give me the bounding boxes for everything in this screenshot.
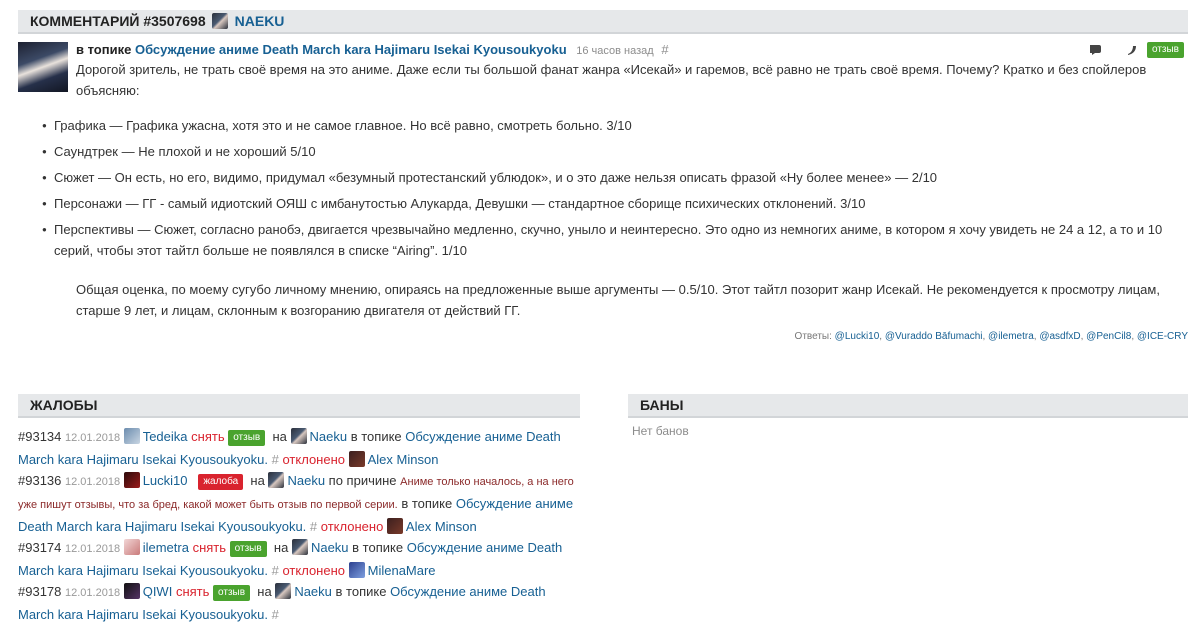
- in-topic-text: в топике: [352, 540, 404, 555]
- user-avatar-icon[interactable]: [268, 472, 285, 488]
- comment-body: в топике Обсуждение аниме Death March ka…: [42, 42, 1188, 342]
- permalink[interactable]: #: [310, 519, 317, 534]
- because-text: по причине: [328, 473, 397, 488]
- complaint-item: #93134 12.01.2018 Tedeika снять отзыв на…: [18, 426, 580, 470]
- permalink[interactable]: #: [272, 563, 279, 578]
- complaint-user[interactable]: Lucki10: [143, 473, 188, 488]
- complaint-user[interactable]: ilemetra: [143, 540, 189, 555]
- user-avatar-icon[interactable]: [123, 583, 140, 599]
- list-item: Перспективы — Сюжет, согласно ранобэ, дв…: [42, 219, 1188, 261]
- complaint-number[interactable]: #93136: [18, 473, 61, 488]
- comment-intro: Дорогой зритель, не трать своё время на …: [76, 62, 1147, 98]
- complaints-list: #93134 12.01.2018 Tedeika снять отзыв на…: [18, 426, 580, 625]
- moderator-link[interactable]: Alex Minson: [406, 519, 477, 534]
- permalink[interactable]: #: [661, 42, 668, 57]
- complaint-user[interactable]: QIWI: [143, 584, 173, 599]
- list-item: Саундтрек — Не плохой и не хороший 5/10: [42, 141, 1188, 162]
- user-avatar-icon[interactable]: [211, 13, 228, 29]
- moderator-link[interactable]: MilenaMare: [368, 563, 436, 578]
- user-avatar-icon[interactable]: [123, 539, 140, 555]
- complaint-item: #93136 12.01.2018 Lucki10 жалоба на Naek…: [18, 470, 580, 537]
- target-user[interactable]: Naeku: [287, 473, 325, 488]
- user-avatar-icon[interactable]: [123, 428, 140, 444]
- bans-empty-text: Нет банов: [632, 424, 689, 438]
- in-topic-text: в топике: [350, 429, 402, 444]
- user-avatar-icon[interactable]: [123, 472, 140, 488]
- status: отклонено: [320, 519, 384, 534]
- answer-link[interactable]: @PenCil8: [1086, 331, 1131, 342]
- review-badge: отзыв: [229, 541, 267, 557]
- complaint-date: 12.01.2018: [65, 476, 121, 488]
- user-avatar-icon[interactable]: [386, 518, 403, 534]
- review-badge: отзыв: [228, 430, 266, 446]
- answer-link[interactable]: @ICE-CRY: [1137, 331, 1188, 342]
- answer-link[interactable]: @ilemetra: [988, 331, 1034, 342]
- user-avatar-icon[interactable]: [348, 451, 365, 467]
- complaints-title: ЖАЛОБЫ: [30, 397, 98, 413]
- comment-text: Дорогой зритель, не трать своё время на …: [42, 59, 1188, 321]
- list-item: Графика — Графика ужасна, хотя это и не …: [42, 115, 1188, 136]
- user-avatar-icon[interactable]: [290, 428, 307, 444]
- remove-link[interactable]: снять: [193, 540, 226, 555]
- comment-title: КОММЕНТАРИЙ #3507698: [30, 13, 206, 29]
- bans-header: БАНЫ: [628, 394, 1188, 418]
- moderator-link[interactable]: Alex Minson: [368, 452, 439, 467]
- comment-actions: отзыв: [1089, 42, 1184, 58]
- status: отклонено: [282, 563, 345, 578]
- comment-points: Графика — Графика ужасна, хотя это и не …: [42, 115, 1188, 261]
- complaints-header: ЖАЛОБЫ: [18, 394, 580, 418]
- answer-link[interactable]: @asdfxD: [1039, 331, 1080, 342]
- complaint-date: 12.01.2018: [65, 543, 121, 555]
- target-user[interactable]: Naeku: [311, 540, 349, 555]
- on-text: на: [250, 473, 265, 488]
- answer-link[interactable]: @Vuraddo Bāfumachi: [885, 331, 983, 342]
- list-item: Персонажи — ГГ - самый идиотский ОЯШ с и…: [42, 193, 1188, 214]
- on-text: на: [272, 429, 287, 444]
- topic-prefix: в топике: [76, 42, 132, 57]
- complaint-number[interactable]: #93134: [18, 429, 61, 444]
- review-badge: отзыв: [213, 585, 251, 601]
- target-user[interactable]: Naeku: [310, 429, 348, 444]
- permalink[interactable]: #: [272, 607, 279, 622]
- on-text: на: [257, 584, 272, 599]
- complaint-number[interactable]: #93178: [18, 584, 61, 599]
- status: отклонено: [282, 452, 345, 467]
- complaint-badge: жалоба: [198, 474, 244, 490]
- comment-meta: в топике Обсуждение аниме Death March ka…: [76, 42, 1188, 59]
- permalink[interactable]: #: [272, 452, 279, 467]
- quote-icon[interactable]: [1125, 44, 1139, 56]
- user-avatar-icon[interactable]: [348, 562, 365, 578]
- comment-time: 16 часов назад: [576, 45, 654, 57]
- complaint-item: #93178 12.01.2018 QIWI снять отзыв на Na…: [18, 581, 580, 625]
- on-text: на: [273, 540, 289, 555]
- answers-label: Ответы:: [794, 331, 832, 342]
- bans-title: БАНЫ: [640, 397, 684, 413]
- complaint-date: 12.01.2018: [65, 587, 121, 599]
- reply-icon[interactable]: [1089, 44, 1103, 56]
- author-avatar[interactable]: [18, 42, 68, 92]
- complaint-user[interactable]: Tedeika: [143, 429, 188, 444]
- user-avatar-icon[interactable]: [291, 539, 308, 555]
- in-topic-text: в топике: [401, 496, 453, 511]
- target-user[interactable]: Naeku: [294, 584, 332, 599]
- list-item: Сюжет — Он есть, но его, видимо, придума…: [42, 167, 1188, 188]
- review-badge: отзыв: [1146, 42, 1184, 58]
- complaint-number[interactable]: #93174: [18, 540, 61, 555]
- in-topic-text: в топике: [335, 584, 387, 599]
- complaint-date: 12.01.2018: [65, 432, 121, 444]
- answers: Ответы: @Lucki10, @Vuraddo Bāfumachi, @i…: [794, 331, 1188, 342]
- answer-link[interactable]: @Lucki10: [835, 331, 880, 342]
- remove-link[interactable]: снять: [176, 584, 209, 599]
- comment-header: КОММЕНТАРИЙ #3507698 NAEKU: [18, 10, 1188, 34]
- topic-link[interactable]: Обсуждение аниме Death March kara Hajima…: [135, 42, 567, 57]
- comment-summary: Общая оценка, по моему сугубо личному мн…: [76, 282, 1160, 318]
- user-avatar-icon[interactable]: [275, 583, 292, 599]
- remove-link[interactable]: снять: [191, 429, 224, 444]
- complaint-item: #93174 12.01.2018 ilemetra снять отзыв н…: [18, 537, 580, 581]
- comment-author-link[interactable]: NAEKU: [235, 13, 285, 29]
